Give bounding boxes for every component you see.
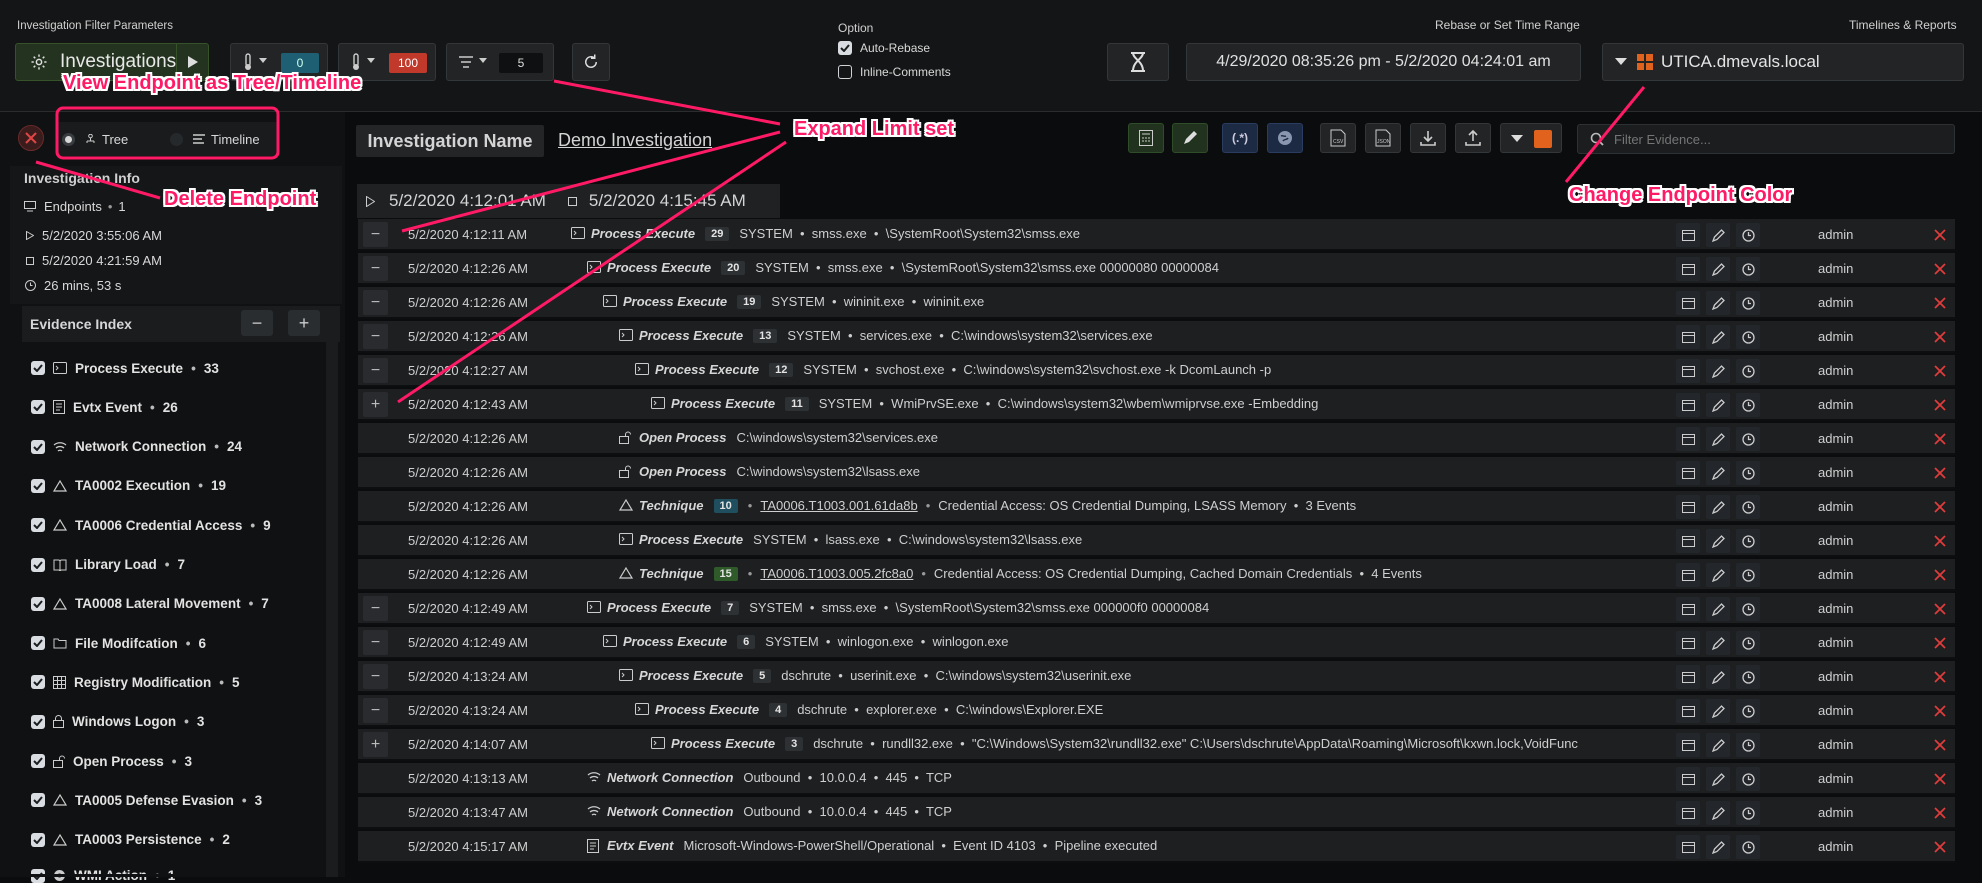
annotation-change-color: Change Endpoint Color [1569, 184, 1793, 206]
annotation-view-endpoint: View Endpoint as Tree/Timeline [63, 72, 362, 94]
annotation-expand-limit: Expand Limit set [794, 118, 955, 140]
annotation-delete-endpoint: Delete Endpoint [164, 188, 317, 210]
annotation-arrows [35, 79, 1646, 404]
